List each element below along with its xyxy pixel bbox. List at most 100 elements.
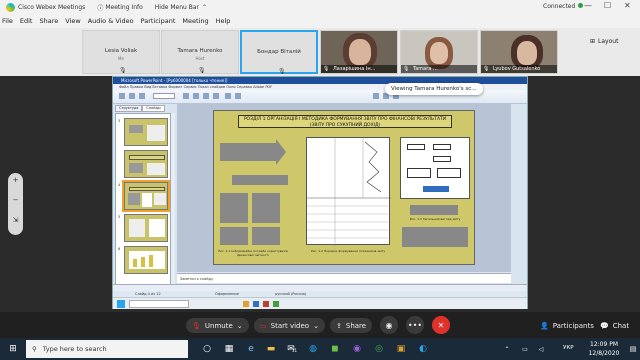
windows-start-icon[interactable]: ⊞ [6, 342, 20, 356]
minimize-button[interactable]: — [584, 1, 592, 10]
chevron-up-icon: ⌃ [202, 3, 208, 11]
toolbar-icon [183, 93, 189, 99]
task-switch-icon[interactable]: ▦ [222, 342, 236, 356]
connection-status: Connected [543, 3, 584, 10]
remote-taskbar [113, 297, 527, 309]
tray-chevron-icon[interactable]: ⌃ [500, 342, 514, 356]
language-indicator[interactable]: УКР [563, 345, 574, 351]
end-meeting-button[interactable]: ✕ [432, 316, 450, 334]
mic-muted-icon: 🎙 [323, 66, 330, 72]
mic-icon: 🎙 [278, 68, 286, 75]
diagram-block [252, 227, 280, 245]
toolbar-icon [225, 93, 231, 99]
layout-button[interactable]: ⊞ Layout [590, 38, 618, 45]
app-title: Cisco Webex Meetings [6, 2, 85, 12]
app-icon [253, 301, 259, 307]
slide-title: РОЗДІЛ 1 ОРГАНІЗАЦІЯ І МЕТОДИКА ФОРМУВАН… [238, 115, 452, 128]
zoom-out-icon[interactable]: − [8, 196, 23, 204]
zoom-in-icon[interactable]: + [8, 176, 23, 184]
start-icon [117, 300, 125, 308]
participant-tile[interactable]: Tamara Hurenko Host 🎙 [161, 30, 239, 74]
participant-video-tile[interactable]: 🎙 Tamara ... [400, 30, 478, 74]
record-icon: ◉ [385, 320, 393, 330]
more-options-button[interactable]: ••• [406, 316, 424, 334]
webex-icon[interactable]: ◐ [416, 342, 430, 356]
search-icon: ⚲ [32, 345, 37, 353]
chevron-down-icon: ⌄ [236, 321, 243, 330]
title-bar: Cisco Webex Meetings ⓘ Meeting Info Hide… [0, 0, 640, 14]
drawing-toolbar [113, 284, 527, 291]
font-select [153, 93, 175, 99]
menu-participant[interactable]: Participant [141, 17, 176, 25]
viewing-banner[interactable]: Viewing Tamara Hurenko's sc... [385, 83, 483, 95]
menu-share[interactable]: Share [39, 17, 58, 25]
diagram-block [220, 193, 248, 223]
chat-button[interactable]: 💬 Chat [600, 318, 629, 333]
notifications-icon[interactable]: ▤ [626, 342, 640, 356]
diagram-block [232, 175, 288, 185]
fit-screen-icon[interactable]: ⇲ [8, 216, 23, 224]
thumbnail-scrollbar [171, 113, 175, 285]
app-icon [263, 301, 269, 307]
menu-audio-video[interactable]: Audio & Video [88, 17, 134, 25]
layout-icon: ⊞ [590, 38, 596, 45]
participant-tile[interactable]: Lesia Voliak Me 🎙 [82, 30, 160, 74]
powerpoint-window: Microsoft PowerPoint - [Pp6000004 [тольк… [112, 76, 528, 309]
menu-help[interactable]: Help [216, 17, 231, 25]
participant-video-tile[interactable]: 🎙 Лазарішина Ін... [320, 30, 398, 74]
chrome-icon[interactable]: ◎ [372, 342, 386, 356]
app-icon[interactable]: ◼ [328, 342, 342, 356]
app-icon [243, 301, 249, 307]
participant-video-tile[interactable]: 🎙 Lyubov Gutsalenko [480, 30, 558, 74]
browser-icon[interactable]: ◍ [306, 342, 320, 356]
powerpoint-icon[interactable]: ▣ [394, 342, 408, 356]
edge-icon[interactable]: e [244, 342, 258, 356]
arrow-right-icon [276, 139, 286, 165]
menu-meeting[interactable]: Meeting [182, 17, 208, 25]
chat-icon: 💬 [600, 321, 609, 330]
meeting-info-button[interactable]: ⓘ Meeting Info [97, 3, 142, 12]
mic-muted-icon: 🎙 [192, 321, 201, 330]
video-off-icon: ▭ [260, 321, 267, 330]
webex-logo-icon [6, 2, 15, 12]
hide-menu-bar-button[interactable]: Hide Menu Bar ⌃ [155, 4, 207, 11]
menu-file[interactable]: File [2, 17, 13, 25]
slide-tabs: Структура Слайды [115, 105, 167, 112]
tab-slides: Слайды [142, 105, 165, 112]
maximize-button[interactable]: ☐ [604, 1, 611, 10]
slide-thumbnail: 6 [118, 246, 168, 274]
menu-view[interactable]: View [65, 17, 80, 25]
menu-edit[interactable]: Edit [20, 17, 33, 25]
participants-button[interactable]: 👤 Participants [540, 318, 594, 333]
zoom-controls: + − ⇲ [8, 173, 23, 235]
slide-caption: Рис. 1.3 Загальний вигляд звіту [409, 217, 461, 221]
record-button[interactable]: ◉ [380, 316, 398, 334]
info-icon: ⓘ [97, 4, 104, 12]
slide-caption: Рис. 1.2 Порядок формування показників з… [310, 249, 386, 253]
participant-strip: Lesia Voliak Me 🎙 Tamara Hurenko Host 🎙 … [0, 28, 640, 76]
mic-muted-icon: 🎙 [119, 67, 127, 74]
viber-icon[interactable]: ◉ [350, 342, 364, 356]
clock[interactable]: 12:09 PM 12/8/2020 [580, 340, 628, 358]
close-icon: ✕ [437, 320, 445, 330]
unmute-button[interactable]: 🎙 Unmute ⌄ [186, 318, 249, 333]
tab-outline: Структура [115, 105, 143, 112]
slide: РОЗДІЛ 1 ОРГАНІЗАЦІЯ І МЕТОДИКА ФОРМУВАН… [213, 110, 475, 265]
file-explorer-icon[interactable]: ▬ [264, 342, 278, 356]
participant-tile-active-speaker[interactable]: Бондар Віталій 🎙 [240, 30, 318, 75]
start-video-button[interactable]: ▭ Start video ⌄ [254, 318, 325, 333]
volume-icon[interactable]: ◁ [534, 342, 548, 356]
share-button[interactable]: ⇪ Share [330, 318, 373, 333]
slide-notes: Заметки к слайду [177, 273, 511, 283]
network-icon[interactable]: ▭ [518, 342, 532, 356]
taskbar-search-input[interactable]: ⚲ Type here to search [26, 340, 188, 358]
menu-bar: File Edit Share View Audio & Video Parti… [0, 14, 640, 28]
close-button[interactable]: ✕ [624, 1, 631, 10]
task-view-icon[interactable]: ○ [200, 342, 214, 356]
participants-icon: 👤 [540, 321, 549, 330]
diagram-block [410, 205, 458, 215]
toolbar-icon [139, 93, 145, 99]
windows-taskbar: ⊞ ⚲ Type here to search ○ ▦ e ▬ ✉ 31 ◍ ◼ … [0, 338, 640, 360]
mail-icon[interactable]: ✉ 31 [284, 342, 298, 356]
meeting-controls: 🎙 Unmute ⌄ ▭ Start video ⌄ ⇪ Share ◉ •••… [0, 312, 640, 338]
